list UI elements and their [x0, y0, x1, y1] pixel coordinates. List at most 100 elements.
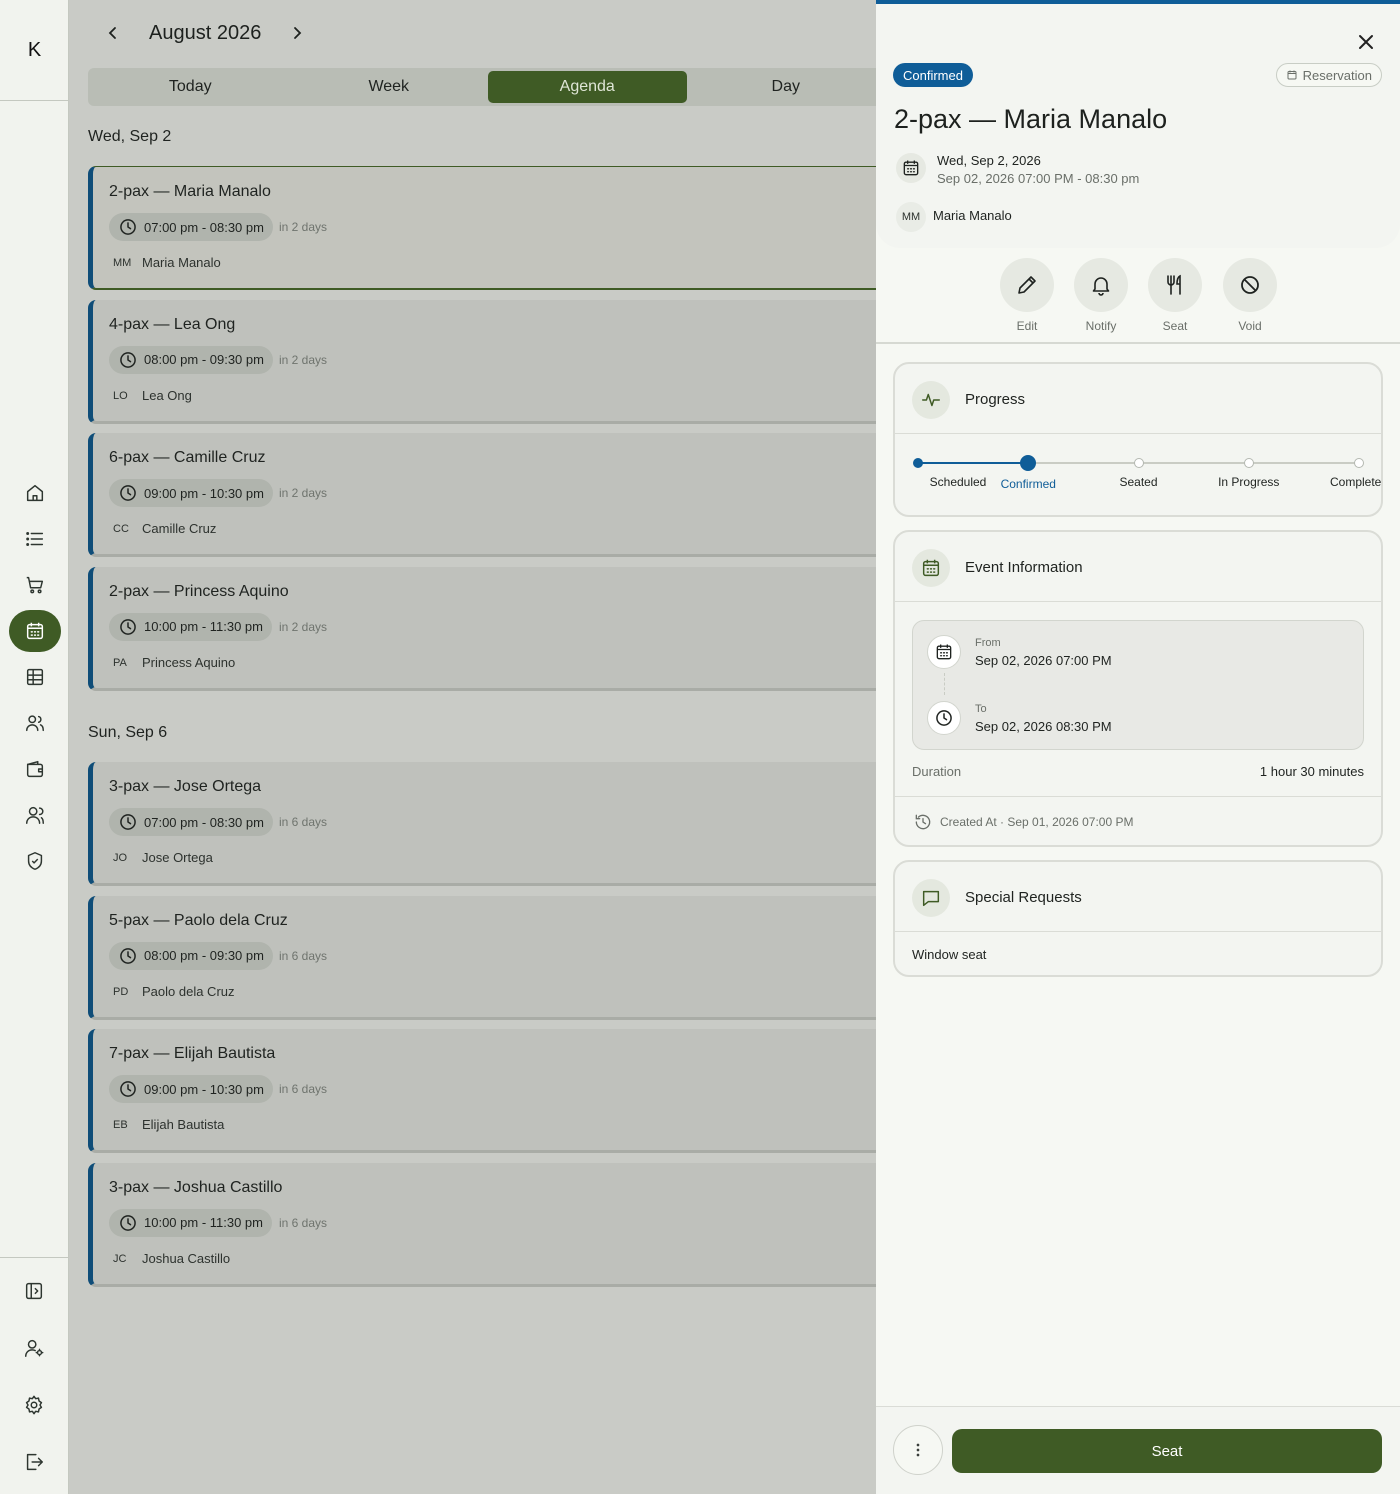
clock-icon	[120, 814, 136, 830]
from-value: Sep 02, 2026 07:00 PM	[975, 653, 1112, 668]
calendar-main: August 2026 Today Week Agenda Day Wed, S…	[69, 0, 876, 1494]
progress-line-done	[918, 462, 1029, 464]
special-requests-text: Window seat	[912, 947, 987, 962]
guest-name: Lea Ong	[142, 387, 192, 403]
guest-name: Camille Cruz	[142, 521, 217, 536]
settings-button[interactable]	[8, 1384, 60, 1426]
clock-icon	[120, 618, 136, 635]
calendar-icon	[26, 622, 43, 640]
type-badge-label: Reservation	[1302, 67, 1372, 83]
month-navigation: August 2026	[105, 18, 305, 48]
sidebar: K	[0, 0, 69, 1494]
reservation-card[interactable]: 4-pax — Lea Ong 08:00 pm - 09:30 pm in 2 d…	[88, 299, 876, 424]
sidebar-item-pos[interactable]	[9, 564, 61, 606]
tab-today[interactable]: Today	[91, 71, 290, 103]
time-pill: 10:00 pm - 11:30 pm	[109, 1208, 272, 1237]
time-range: 07:00 pm - 08:30 pm	[144, 219, 264, 235]
notify-button[interactable]	[1074, 258, 1128, 312]
relative-time: in 6 days	[279, 1082, 328, 1096]
reservation-card[interactable]: 3-pax — Joshua Castillo 10:00 pm - 11:30 …	[88, 1162, 876, 1287]
relative-time: in 2 days	[279, 352, 328, 367]
edit-label: Edit	[1016, 319, 1038, 333]
expand-panel-button[interactable]	[8, 1270, 60, 1312]
reservation-card[interactable]: 3-pax — Jose Ortega 07:00 pm - 08:30 pm in…	[88, 762, 876, 886]
progress-step-label: Seated	[1119, 475, 1158, 489]
reservation-card[interactable]: 5-pax — Paolo dela Cruz 08:00 pm - 09:30 …	[88, 895, 876, 1020]
event-info-title: Event Information	[965, 559, 1083, 576]
seat-button[interactable]: Seat	[952, 1429, 1382, 1473]
notify-action[interactable]: Notify	[1074, 258, 1128, 333]
date-avatar	[896, 153, 926, 183]
seat-action-button[interactable]	[1148, 258, 1202, 312]
reservation-card-title: 3-pax — Jose Ortega	[109, 778, 262, 795]
time-range: 08:00 pm - 09:30 pm	[144, 352, 264, 367]
event-info-header: Event Information	[895, 532, 1381, 602]
sidebar-item-orders[interactable]	[9, 518, 61, 560]
agenda-day-header: Wed, Sep 2	[88, 128, 172, 145]
sidebar-item-home[interactable]	[9, 472, 61, 514]
type-badge: Reservation	[1275, 63, 1382, 87]
guest-initials: JO	[113, 852, 128, 864]
to-label: To	[975, 703, 987, 715]
tab-agenda[interactable]: Agenda	[488, 71, 687, 103]
clock-icon	[120, 1081, 136, 1097]
table-icon	[26, 668, 43, 686]
sidebar-item-staff[interactable]	[9, 794, 61, 836]
reservation-date: Wed, Sep 2, 2026	[937, 153, 1041, 168]
user-settings-button[interactable]	[8, 1327, 60, 1369]
relative-time: in 2 days	[279, 220, 328, 234]
tab-week[interactable]: Week	[290, 71, 489, 103]
edit-button[interactable]	[1000, 258, 1054, 312]
next-month-button[interactable]	[289, 18, 305, 48]
expand-panel-icon	[25, 1282, 43, 1300]
sidebar-item-tables[interactable]	[9, 656, 61, 698]
reservation-card[interactable]: 7-pax — Elijah Bautista 09:00 pm - 10:30 …	[88, 1029, 876, 1153]
reservation-card[interactable]: 2-pax — Princess Aquino 10:00 pm - 11:30 …	[88, 566, 876, 691]
sidebar-item-wallet[interactable]	[9, 748, 61, 790]
app-logo[interactable]: K	[0, 0, 69, 101]
status-badge: Confirmed	[893, 63, 973, 87]
special-requests-section: Special Requests Window seat	[893, 860, 1383, 977]
reservation-card-title: 5-pax — Paolo dela Cruz	[109, 911, 288, 929]
chevron-right-icon	[294, 27, 302, 39]
relative-time: in 2 days	[279, 619, 328, 634]
tab-day[interactable]: Day	[687, 71, 877, 103]
activity-icon	[912, 381, 950, 419]
void-button[interactable]	[1223, 258, 1277, 312]
gear-icon	[25, 1395, 43, 1415]
panel-footer: Seat	[876, 1406, 1400, 1494]
void-label: Void	[1238, 319, 1262, 333]
time-range: 09:00 pm - 10:30 pm	[144, 485, 264, 501]
previous-month-button[interactable]	[105, 18, 121, 48]
void-action[interactable]: Void	[1223, 258, 1277, 333]
time-range: 10:00 pm - 11:30 pm	[144, 1215, 263, 1230]
more-options-button[interactable]	[893, 1425, 943, 1475]
sidebar-item-calendar[interactable]	[8, 610, 61, 652]
guest-name: Princess Aquino	[142, 654, 236, 670]
utensils-icon	[1167, 274, 1181, 295]
sidebar-item-security[interactable]	[9, 840, 61, 882]
reservation-card-title: 6-pax — Camille Cruz	[109, 449, 266, 466]
close-icon[interactable]	[1354, 30, 1378, 54]
guest-initials: JC	[113, 1252, 127, 1265]
chevron-left-icon	[108, 27, 116, 39]
pencil-icon	[1018, 276, 1036, 294]
progress-stepper: Scheduled Confirmed Seated In Progress Compl…	[895, 434, 1381, 515]
time-range: 09:00 pm - 10:30 pm	[144, 1081, 264, 1097]
reservation-card[interactable]: 6-pax — Camille Cruz 09:00 pm - 10:30 pm i…	[88, 433, 876, 557]
seat-action[interactable]: Seat	[1148, 258, 1202, 333]
logout-button[interactable]	[8, 1441, 60, 1483]
time-pill: 08:00 pm - 09:30 pm	[109, 941, 273, 970]
reservation-card[interactable]: 2-pax — Maria Manalo 07:00 pm - 08:30 pm i…	[88, 166, 876, 290]
guest-avatar: MM	[896, 202, 926, 232]
clock-icon	[120, 485, 136, 501]
guest-name: Jose Ortega	[142, 850, 213, 865]
view-tabs: Today Week Agenda Day	[88, 68, 876, 106]
time-range: 07:00 pm - 08:30 pm	[144, 814, 264, 830]
progress-step-label: In Progress	[1218, 475, 1280, 489]
clock-icon	[927, 701, 961, 735]
edit-action[interactable]: Edit	[1000, 258, 1054, 333]
guest-name: Paolo dela Cruz	[142, 983, 235, 999]
sidebar-item-customers[interactable]	[9, 702, 61, 744]
reservation-card-title: 2-pax — Maria Manalo	[109, 183, 271, 200]
